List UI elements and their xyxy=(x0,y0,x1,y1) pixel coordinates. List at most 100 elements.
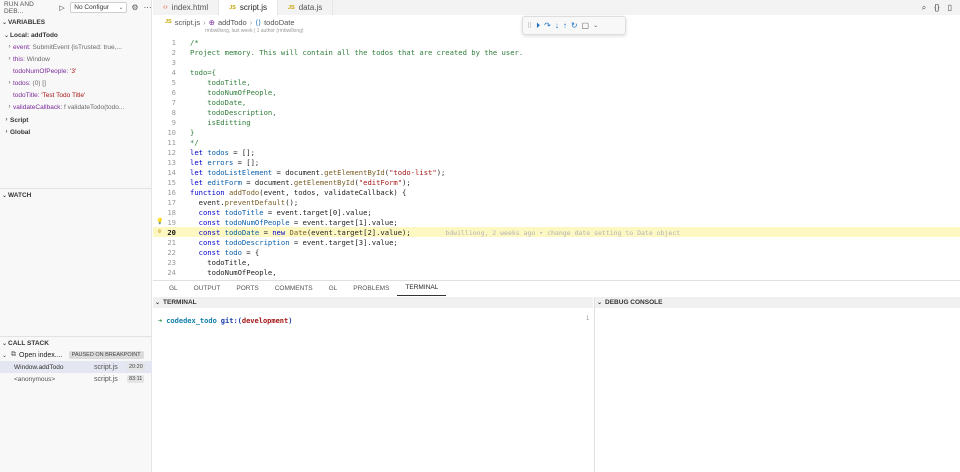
line-number[interactable]: 7 xyxy=(153,98,176,107)
callstack-frame[interactable]: <anonymous> script.js 83:11 xyxy=(0,373,152,385)
variable-row[interactable]: › todos: (0) [] xyxy=(0,77,152,89)
line-number[interactable]: 15 xyxy=(153,178,176,187)
line-text: let editForm = document.getElementById("… xyxy=(190,177,411,187)
code-line[interactable]: 18 const todoTitle = event.target[0].val… xyxy=(153,207,960,217)
line-number[interactable]: 10 xyxy=(153,128,176,137)
line-number[interactable]: 16 xyxy=(153,188,176,197)
code-line[interactable]: 7 todoDate, xyxy=(153,97,960,107)
lightbulb-icon[interactable]: 💡 xyxy=(156,218,163,225)
tab-gl[interactable]: GL xyxy=(321,281,346,296)
tab-script-js[interactable]: JS script.js xyxy=(219,0,278,15)
code-line[interactable]: 6 todoNumOfPeople, xyxy=(153,87,960,97)
code-line[interactable]: 23 todoTitle, xyxy=(153,257,960,267)
start-debug-icon[interactable]: ▷ xyxy=(58,3,67,12)
tab-index-html[interactable]: ‹› index.html xyxy=(153,0,220,15)
code-line[interactable]: 20 const todoDate = new Date(event.targe… xyxy=(153,227,960,237)
line-number[interactable]: 14 xyxy=(153,168,176,177)
line-number[interactable]: 6 xyxy=(153,88,176,97)
variable-row[interactable]: todoNumOfPeople: '3' xyxy=(0,65,152,77)
code-line[interactable]: 17 event.preventDefault(); xyxy=(153,197,960,207)
code-line[interactable]: 10} xyxy=(153,127,960,137)
split-icon[interactable]: ▯ xyxy=(948,3,952,12)
variable-row[interactable]: › event: SubmitEvent {isTrusted: true,..… xyxy=(0,41,152,53)
code-line[interactable]: 8 todoDescription, xyxy=(153,107,960,117)
callstack-thread[interactable]: ⌄ ⧉ Open index.... PAUSED ON BREAKPOINT xyxy=(0,349,152,361)
code-line[interactable]: 9 isEditting xyxy=(153,117,960,127)
tab-problems[interactable]: PROBLEMS xyxy=(345,281,397,296)
line-text: todoTitle, xyxy=(190,257,251,267)
code-line[interactable]: 16 function addTodo(event, todos, validat… xyxy=(153,187,960,197)
step-out-icon[interactable]: ↑ xyxy=(563,21,567,30)
tab-gl[interactable]: GL xyxy=(161,281,186,296)
code-line[interactable]: 21 const todoDescription = event.target[… xyxy=(153,237,960,247)
line-number[interactable]: 11 xyxy=(153,138,176,147)
more-icon[interactable]: ⋯ xyxy=(143,3,152,12)
code-line[interactable]: 2 Project memory. This will contain all t… xyxy=(153,47,960,57)
chevron-right-icon: › xyxy=(5,117,8,123)
code-line[interactable]: 1 /* xyxy=(153,37,960,47)
code-line[interactable]: 3 xyxy=(153,57,960,67)
scope-local[interactable]: ⌄ Local: addTodo xyxy=(0,29,152,41)
gear-icon[interactable]: ⚙ xyxy=(131,3,140,12)
line-number[interactable]: 24 xyxy=(153,268,176,277)
chevron-right-icon: › xyxy=(8,80,11,86)
code-line[interactable]: 13 let errors = []; xyxy=(153,157,960,167)
chevron-down-icon: ⌄ xyxy=(118,5,124,11)
line-number[interactable]: 18 xyxy=(153,208,176,217)
line-number[interactable]: 9 xyxy=(153,118,176,127)
code-line[interactable]: 24 todoNumOfPeople, xyxy=(153,267,960,277)
callstack-section-header[interactable]: ⌄ CALL STACK xyxy=(0,337,152,349)
tab-data-js[interactable]: JS data.js xyxy=(278,0,334,15)
line-number[interactable]: 12 xyxy=(153,148,176,157)
line-number[interactable]: 5 xyxy=(153,78,176,87)
paused-breakpoint-icon[interactable]: ⊙ xyxy=(156,228,163,235)
line-number[interactable]: 17 xyxy=(153,198,176,207)
tab-comments[interactable]: COMMENTS xyxy=(267,281,321,296)
step-over-icon[interactable]: ↷ xyxy=(544,21,551,30)
line-number[interactable]: 23 xyxy=(153,258,176,267)
panel-split-divider[interactable] xyxy=(594,297,595,472)
braces-icon[interactable]: {} xyxy=(934,3,939,12)
code-line[interactable]: 5 todoTitle, xyxy=(153,77,960,87)
line-number[interactable]: 4 xyxy=(153,68,176,77)
search-icon[interactable]: ⌕ xyxy=(922,3,926,13)
scope-script[interactable]: › Script xyxy=(0,114,152,126)
restart-icon[interactable]: ↻ xyxy=(571,21,578,30)
line-number[interactable]: 1 xyxy=(153,38,176,47)
step-into-icon[interactable]: ↓ xyxy=(555,21,559,30)
variable-row[interactable]: todoTitle: 'Test Todo Title' xyxy=(0,89,152,101)
debug-console-header[interactable]: ⌄ DEBUG CONSOLE xyxy=(595,297,960,308)
line-number[interactable]: 2 xyxy=(153,48,176,57)
variables-section-header[interactable]: ⌄ VARIABLES xyxy=(0,16,152,28)
line-number[interactable]: 13 xyxy=(153,158,176,167)
code-line[interactable]: 15 let editForm = document.getElementById… xyxy=(153,177,960,187)
watch-section-header[interactable]: ⌄ WATCH xyxy=(0,189,152,201)
tab-terminal[interactable]: TERMINAL xyxy=(397,281,447,296)
terminal-prompt[interactable]: ➜ codedex_todo git:(development) xyxy=(158,317,292,325)
variable-row[interactable]: › validateCallback: f validateTodo(todo.… xyxy=(0,101,152,113)
code-line[interactable]: 4 todo={ xyxy=(153,67,960,77)
code-line[interactable]: 11 */ xyxy=(153,137,960,147)
drag-handle-icon[interactable]: ⠿ xyxy=(527,22,532,30)
line-number[interactable]: 22 xyxy=(153,248,176,257)
code-line[interactable]: 12 let todos = []; xyxy=(153,147,960,157)
launch-config-select[interactable]: No Configur ⌄ xyxy=(70,2,127,13)
breadcrumb-file[interactable]: script.js xyxy=(175,18,200,27)
scope-global[interactable]: › Global xyxy=(0,126,152,138)
breadcrumb-function[interactable]: addTodo xyxy=(218,18,247,27)
chevron-down-icon[interactable]: ⌄ xyxy=(593,22,598,29)
line-number[interactable]: 3 xyxy=(153,58,176,67)
terminal-header[interactable]: ⌄ TERMINAL xyxy=(153,297,593,308)
line-number[interactable]: 21 xyxy=(153,238,176,247)
tab-output[interactable]: OUTPUT xyxy=(186,281,229,296)
line-number[interactable]: 8 xyxy=(153,108,176,117)
tab-ports[interactable]: PORTS xyxy=(228,281,266,296)
code-line[interactable]: 14 let todoListElement = document.getElem… xyxy=(153,167,960,177)
breadcrumb-variable[interactable]: todoDate xyxy=(264,18,294,27)
code-line[interactable]: 22 const todo = { xyxy=(153,247,960,257)
variable-row[interactable]: › this: Window xyxy=(0,53,152,65)
continue-icon[interactable]: ⏵ xyxy=(536,21,540,31)
callstack-frame[interactable]: Window.addTodo script.js 20:20 xyxy=(0,361,152,373)
stop-icon[interactable]: ▢ xyxy=(582,21,590,30)
code-line[interactable]: 19 const todoNumOfPeople = event.target[… xyxy=(153,217,960,227)
